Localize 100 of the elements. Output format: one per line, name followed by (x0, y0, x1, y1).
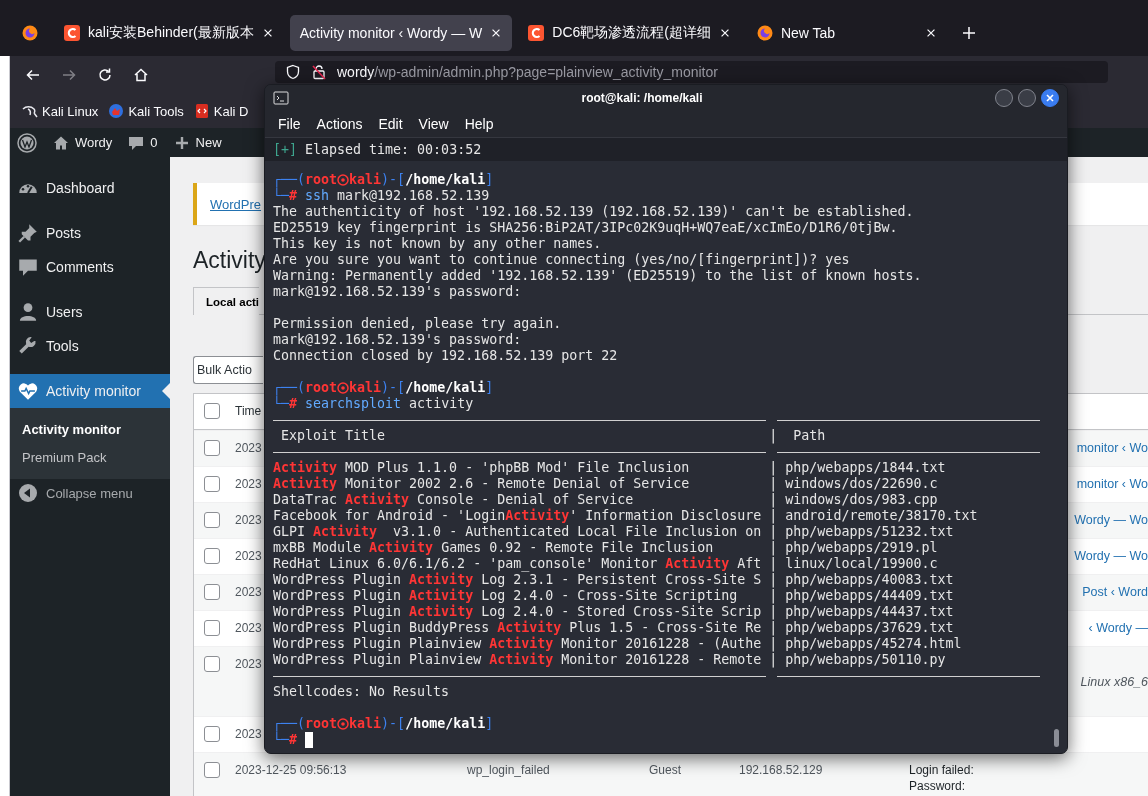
status-mark: [+] (273, 142, 298, 157)
circled-symbol-icon (337, 381, 350, 395)
sidebar-item[interactable]: Activity monitor (10, 374, 170, 408)
address-bar[interactable]: wordy/wp-admin/admin.php?page=plainview_activity_monitor (275, 61, 1108, 83)
prompt-host: kali)-[/home/kali] (349, 172, 494, 188)
sidebar-item[interactable]: Comments (10, 250, 170, 284)
browser-tab[interactable]: New Tab (746, 15, 947, 51)
sidebar-item[interactable]: Dashboard (10, 171, 170, 205)
table-cell-text: wp_login_failed (466, 762, 551, 779)
result-path: php/webapps/50110.py (785, 652, 946, 668)
description-link[interactable]: Wordy — Wo (1074, 539, 1148, 574)
site-link[interactable]: Wordy (53, 134, 113, 151)
result-path: php/webapps/44409.txt (785, 588, 954, 604)
column-separator: | (769, 428, 778, 444)
prompt-host: kali)-[/home/kali] (349, 380, 494, 396)
browser-tab[interactable]: DC6靶场渗透流程(超详细 (518, 15, 741, 51)
menu-item[interactable]: Actions (316, 116, 363, 132)
output-line: This key is not known by any other names. (273, 236, 602, 252)
scrollbar[interactable] (1054, 729, 1059, 747)
description-link[interactable]: monitor ‹ Wo (1076, 467, 1148, 502)
result-title: WordPress Plugin Activity Log 2.3.1 - Persistent Cross-Site S (273, 572, 762, 587)
shield-icon (285, 64, 301, 80)
description-link[interactable]: monitor ‹ Wo (1076, 431, 1148, 466)
table-cell: 2023 (235, 727, 262, 741)
column-separator: | (769, 652, 778, 668)
browser-tab[interactable]: kali安装Behinder(最新版本 (54, 15, 284, 51)
column-header[interactable]: Time (235, 404, 262, 418)
output-line: Shellcodes: No Results (273, 684, 450, 700)
column-separator: | (769, 508, 778, 524)
output-line: Connection closed by 192.168.52.139 port 22 (273, 348, 618, 364)
menu-item[interactable]: View (418, 116, 449, 132)
checkbox[interactable] (204, 656, 220, 672)
description-link[interactable]: Post ‹ Word (1082, 575, 1148, 610)
column-separator: | (769, 572, 778, 588)
minimize-button[interactable] (995, 89, 1013, 107)
bookmark[interactable]: Kali Linux (22, 103, 99, 119)
maximize-button[interactable] (1018, 89, 1036, 107)
menu-item[interactable]: Help (464, 116, 494, 132)
close-button[interactable] (1041, 89, 1059, 107)
prompt-user: ┌──(root (273, 380, 338, 396)
bookmark[interactable]: Kali D (193, 103, 249, 119)
plus-icon[interactable] (960, 25, 977, 41)
column-header: Path (792, 428, 826, 444)
description-link[interactable]: Wordy — Wo (1074, 503, 1148, 538)
table-cell-text: Linux x86_6 (1080, 674, 1148, 691)
submenu-item[interactable]: Premium Pack (10, 443, 170, 471)
checkbox[interactable] (204, 512, 220, 528)
result-title: mxBB Module Activity Games 0.92 - Remote File Inclusion (273, 540, 714, 555)
sidebar-item[interactable]: Users (10, 295, 170, 329)
table-cell-text: 192.168.52.129 (738, 762, 824, 779)
close-icon (1044, 92, 1056, 104)
result-title: WordPress Plugin Activity Log 2.4.0 - Cross-Site Scripting (273, 588, 738, 603)
table-cell-text: Login failed: (909, 763, 975, 777)
table-cell: 2023 (235, 441, 262, 455)
result-path: php/webapps/44437.txt (785, 604, 954, 620)
table-cell: 2023 (235, 621, 262, 635)
output-line: Permission denied, please try again. (273, 316, 562, 332)
submenu-item[interactable]: Activity monitor (10, 415, 170, 443)
logo-icon[interactable] (17, 132, 37, 153)
column-separator: | (769, 524, 778, 540)
checkbox[interactable] (204, 762, 220, 778)
column-separator: | (769, 620, 778, 636)
page-tab[interactable]: Local acti (193, 287, 260, 315)
checkbox[interactable] (204, 620, 220, 636)
column-separator: | (769, 460, 778, 476)
checkbox[interactable] (204, 584, 220, 600)
comments-link[interactable]: 0 (128, 134, 158, 151)
checkbox[interactable] (204, 726, 220, 742)
logo-icon (108, 103, 125, 119)
description-link[interactable]: ‹ Wordy — (1088, 611, 1148, 646)
table-cell: 2023 (235, 513, 262, 527)
result-path: windows/dos/983.cpp (785, 492, 938, 508)
new-link[interactable]: New (173, 134, 222, 151)
book-icon (193, 103, 210, 119)
menu-item[interactable]: File (278, 116, 301, 132)
table-cell-text: Guest (648, 762, 682, 779)
result-path: android/remote/38170.txt (785, 508, 978, 524)
notice-link[interactable]: WordPre (210, 196, 262, 212)
result-title: WordPress Plugin Plainview Activity Monitor 20161228 - Remote (273, 652, 762, 667)
sidebar-item[interactable]: Posts (10, 216, 170, 250)
circled-symbol-icon (337, 173, 350, 187)
lock-icon (311, 64, 327, 80)
speech-bubble-icon (18, 257, 38, 277)
command-line-text: └─# searchsploit activity (273, 396, 474, 412)
bookmark[interactable]: Kali Tools (108, 103, 184, 119)
checkbox[interactable] (204, 476, 220, 492)
checkbox[interactable] (204, 440, 220, 456)
checkbox[interactable] (204, 403, 220, 419)
browser-tab[interactable]: Activity monitor ‹ Wordy — W (289, 15, 513, 51)
result-path: linux/local/19900.c (785, 556, 938, 572)
result-path: windows/dos/22690.c (785, 476, 938, 492)
collapse-menu-button[interactable]: Collapse menu (10, 479, 170, 507)
menu-item[interactable]: Edit (378, 116, 403, 132)
bulk-actions-select[interactable]: Bulk Actio (193, 356, 263, 384)
column-separator: | (769, 556, 778, 572)
sidebar-item[interactable]: Tools (10, 329, 170, 363)
table-cell: 2023 (235, 549, 262, 563)
checkbox[interactable] (204, 548, 220, 564)
person-icon (18, 302, 38, 322)
home-icon (133, 67, 149, 83)
